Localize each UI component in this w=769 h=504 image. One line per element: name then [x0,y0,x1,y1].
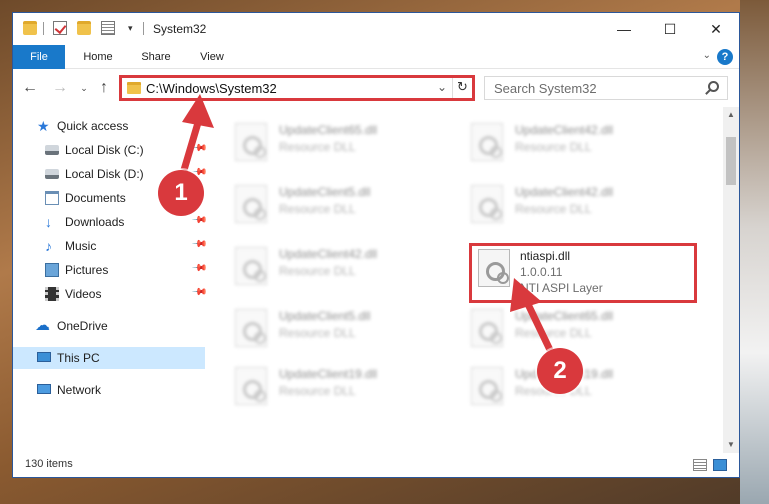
arrow-2-head [510,278,542,312]
arrow-2-shaft [522,298,554,352]
annotation-step-2: 2 [537,348,583,394]
annotation-arrows [180,94,554,352]
annotation-step-1: 1 [158,170,204,216]
arrow-1-head [182,94,214,128]
